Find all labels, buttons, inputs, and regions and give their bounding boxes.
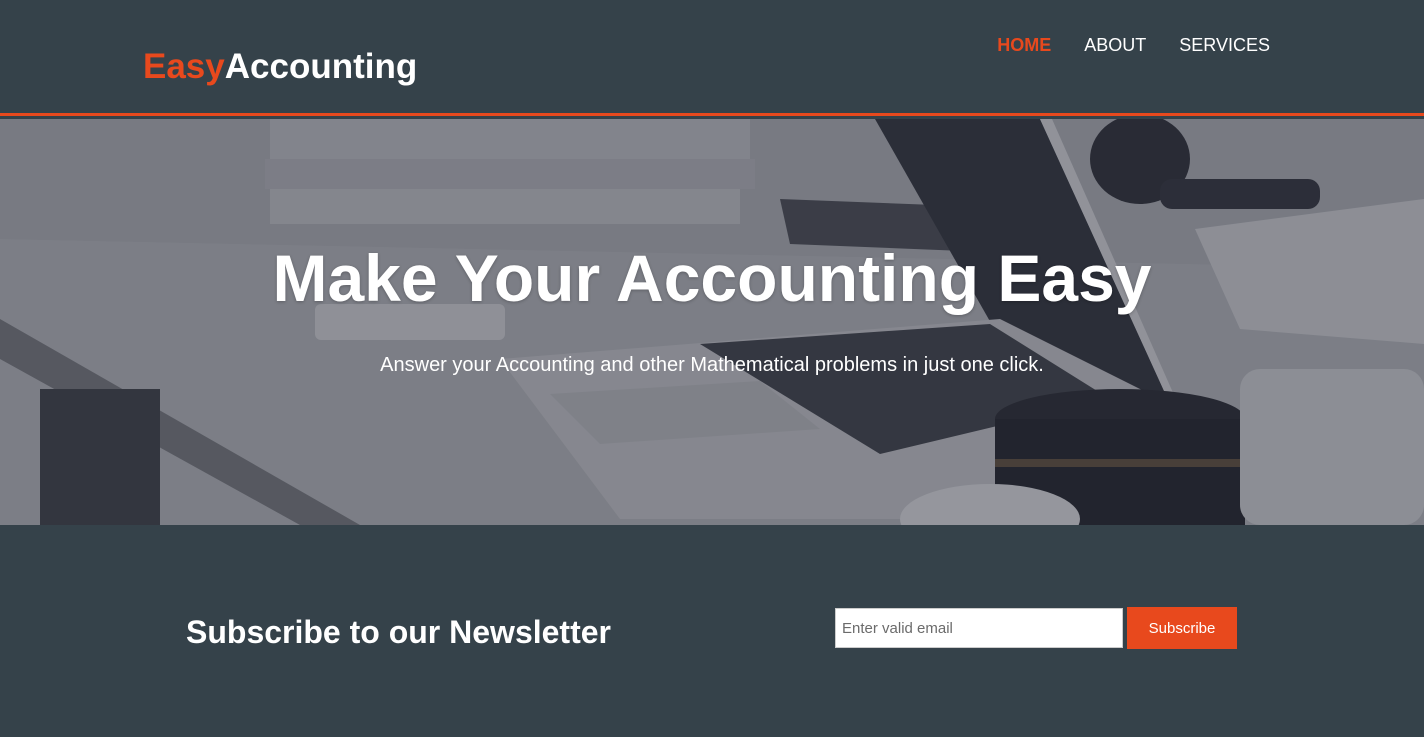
nav-link-about[interactable]: ABOUT <box>1084 34 1146 56</box>
newsletter-section: Subscribe to our Newsletter Subscribe <box>0 525 1424 737</box>
brand-logo[interactable]: EasyAccounting <box>143 46 417 88</box>
brand-logo-highlight: Easy <box>143 47 225 86</box>
subscribe-button[interactable]: Subscribe <box>1127 607 1237 649</box>
email-input[interactable] <box>835 608 1123 648</box>
brand-logo-rest: Accounting <box>224 47 418 86</box>
site-header: EasyAccounting HOME ABOUT SERVICES <box>0 0 1424 116</box>
hero-section: Make Your Accounting Easy Answer your Ac… <box>0 119 1424 525</box>
hero-overlay <box>0 119 1424 525</box>
hero-subtitle: Answer your Accounting and other Mathema… <box>380 354 1044 376</box>
hero-title: Make Your Accounting Easy <box>272 241 1152 315</box>
nav-link-home[interactable]: HOME <box>997 34 1051 56</box>
nav-link-services[interactable]: SERVICES <box>1179 34 1270 56</box>
main-nav: HOME ABOUT SERVICES <box>997 34 1270 56</box>
newsletter-title: Subscribe to our Newsletter <box>186 614 611 650</box>
